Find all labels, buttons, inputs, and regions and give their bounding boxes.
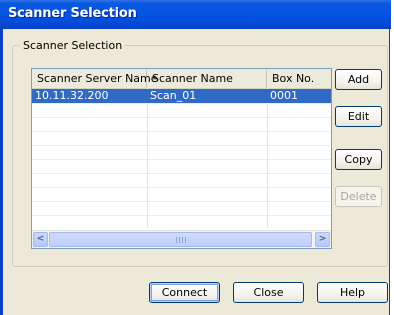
horizontal-scrollbar[interactable]: < > xyxy=(32,230,331,248)
column-header-box[interactable]: Box No. xyxy=(267,69,331,88)
table-row[interactable]: 10.11.32.200 Scan_01 0001 xyxy=(32,89,331,103)
thumb-grip xyxy=(176,237,177,243)
column-divider xyxy=(267,88,268,228)
scroll-thumb[interactable] xyxy=(49,232,312,247)
edit-button[interactable]: Edit xyxy=(335,106,382,127)
copy-button[interactable]: Copy xyxy=(335,149,382,170)
scanner-list[interactable]: Scanner Server Name Scanner Name Box No.… xyxy=(31,68,332,249)
grid-line xyxy=(32,159,331,160)
grid-line xyxy=(32,187,331,188)
window-title: Scanner Selection xyxy=(8,6,137,21)
delete-button: Delete xyxy=(335,186,382,207)
grid-line xyxy=(32,103,331,104)
column-header-scanner[interactable]: Scanner Name xyxy=(147,69,267,88)
grid-line xyxy=(32,173,331,174)
scroll-right-button[interactable]: > xyxy=(315,232,330,247)
add-button[interactable]: Add xyxy=(335,69,382,90)
grid-line xyxy=(32,131,331,132)
column-header-server[interactable]: Scanner Server Name xyxy=(32,69,158,88)
close-button[interactable]: Close xyxy=(233,282,304,303)
cell-server-name: 10.11.32.200 xyxy=(35,89,109,102)
connect-button[interactable]: Connect xyxy=(149,282,220,303)
grid-line xyxy=(32,145,331,146)
help-button[interactable]: Help xyxy=(317,282,388,303)
grid-line xyxy=(32,201,331,202)
cell-box-no: 0001 xyxy=(270,89,298,102)
thumb-grip xyxy=(185,237,186,243)
cell-scanner-name: Scan_01 xyxy=(150,89,197,102)
title-bar[interactable]: Scanner Selection xyxy=(0,0,391,29)
column-divider xyxy=(147,88,148,228)
grid-line xyxy=(32,215,331,216)
thumb-grip xyxy=(179,237,180,243)
grid-line xyxy=(32,117,331,118)
list-header: Scanner Server Name Scanner Name Box No. xyxy=(32,69,331,89)
scanner-selection-dialog: Scanner Selection Scanner Selection Scan… xyxy=(0,0,391,315)
thumb-grip xyxy=(182,237,183,243)
scroll-left-button[interactable]: < xyxy=(33,232,48,247)
group-label: Scanner Selection xyxy=(20,39,126,52)
